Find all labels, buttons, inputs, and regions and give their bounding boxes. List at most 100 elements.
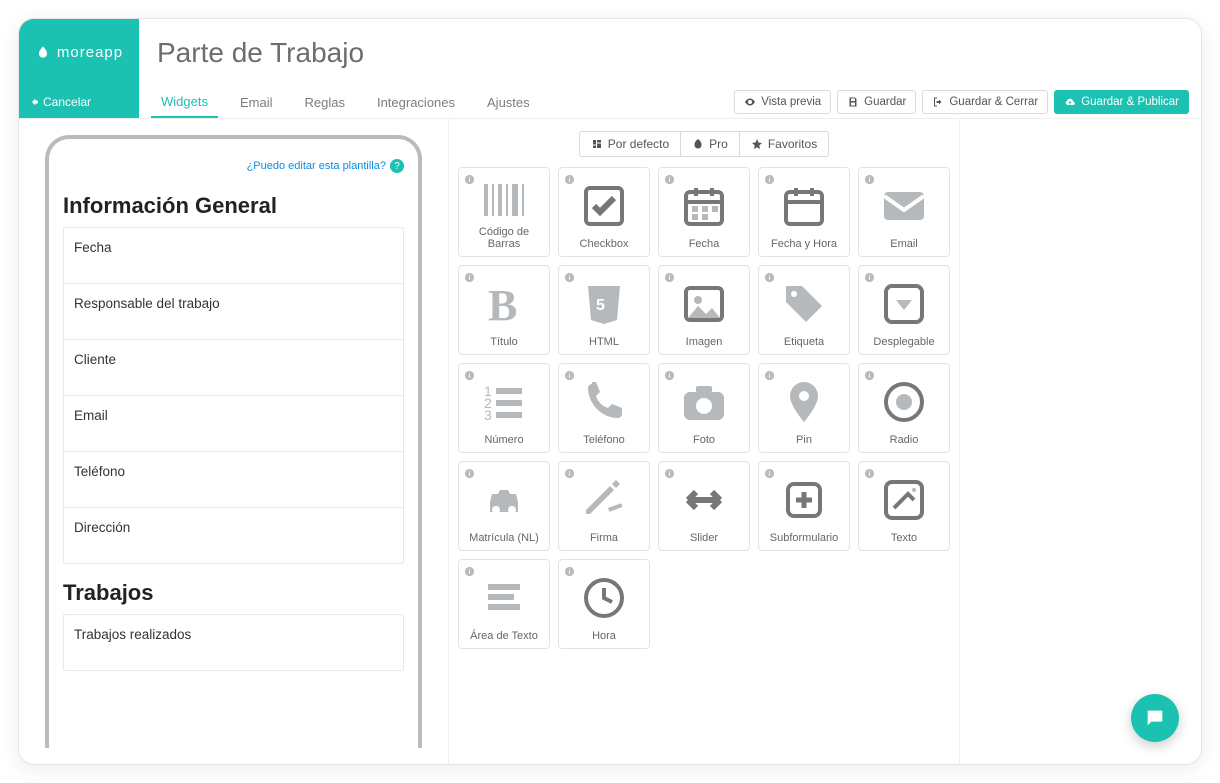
info-icon[interactable] <box>564 564 575 575</box>
widget-title[interactable]: Título <box>458 265 550 355</box>
phone-frame: ¿Puedo editar esta plantilla? ? Informac… <box>45 135 422 748</box>
form-preview: ¿Puedo editar esta plantilla? ? Informac… <box>19 119 449 764</box>
info-icon[interactable] <box>764 368 775 379</box>
image-icon <box>663 272 745 336</box>
info-icon[interactable] <box>464 172 475 183</box>
save-publish-button[interactable]: Guardar & Publicar <box>1054 90 1189 114</box>
cancel-button[interactable]: Cancelar <box>19 86 139 118</box>
filter-pro[interactable]: Pro <box>681 131 740 157</box>
widget-email[interactable]: Email <box>858 167 950 257</box>
info-icon[interactable] <box>464 564 475 575</box>
widget-image[interactable]: Imagen <box>658 265 750 355</box>
info-icon[interactable] <box>864 172 875 183</box>
widget-label: Número <box>484 434 523 446</box>
widget-label: Etiqueta <box>784 336 824 348</box>
help-link[interactable]: ¿Puedo editar esta plantilla? ? <box>63 153 404 187</box>
filter-default[interactable]: Por defecto <box>579 131 681 157</box>
widget-html[interactable]: HTML <box>558 265 650 355</box>
widget-signature[interactable]: Firma <box>558 461 650 551</box>
widget-phone[interactable]: Teléfono <box>558 363 650 453</box>
phone-icon <box>563 370 645 434</box>
topbar: moreapp Cancelar Parte de Trabajo Widget… <box>19 19 1201 119</box>
field-trabajos-realizados[interactable]: Trabajos realizados <box>64 615 403 670</box>
time-icon <box>563 566 645 630</box>
tab-email[interactable]: Email <box>230 86 283 118</box>
brand-logo[interactable]: moreapp <box>19 19 139 86</box>
info-icon[interactable] <box>464 466 475 477</box>
widget-textarea[interactable]: Área de Texto <box>458 559 550 649</box>
star-icon <box>751 138 763 150</box>
signature-icon <box>563 468 645 532</box>
help-icon: ? <box>390 159 404 173</box>
info-icon[interactable] <box>764 466 775 477</box>
info-icon[interactable] <box>464 270 475 281</box>
tab-rules[interactable]: Reglas <box>294 86 354 118</box>
pin-icon <box>763 370 845 434</box>
widget-text[interactable]: Texto <box>858 461 950 551</box>
widget-pin[interactable]: Pin <box>758 363 850 453</box>
subform-icon <box>763 468 845 532</box>
widget-grid: Código de BarrasCheckbox Fecha Fecha y Hor… <box>457 167 951 649</box>
widget-label: Matrícula (NL) <box>469 532 539 544</box>
info-icon[interactable] <box>564 368 575 379</box>
widget-dropdown[interactable]: Desplegable <box>858 265 950 355</box>
preview-button[interactable]: Vista previa <box>734 90 831 114</box>
info-icon[interactable] <box>764 172 775 183</box>
widget-number[interactable]: Número <box>458 363 550 453</box>
tab-integrations[interactable]: Integraciones <box>367 86 465 118</box>
info-icon[interactable] <box>564 466 575 477</box>
save-button[interactable]: Guardar <box>837 90 916 114</box>
widget-plate[interactable]: Matrícula (NL) <box>458 461 550 551</box>
info-icon[interactable] <box>864 270 875 281</box>
field-list-general: Fecha Responsable del trabajo Cliente Em… <box>63 227 404 564</box>
info-icon[interactable] <box>664 466 675 477</box>
page-title: Parte de Trabajo <box>157 37 364 69</box>
info-icon[interactable] <box>464 368 475 379</box>
field-list-trabajos: Trabajos realizados <box>63 614 404 671</box>
widget-label: Teléfono <box>583 434 625 446</box>
widget-tag[interactable]: Etiqueta <box>758 265 850 355</box>
info-icon[interactable] <box>864 466 875 477</box>
info-icon[interactable] <box>564 172 575 183</box>
widget-label: Área de Texto <box>470 630 538 642</box>
field-email[interactable]: Email <box>64 396 403 452</box>
info-icon[interactable] <box>564 270 575 281</box>
save-icon <box>847 96 859 108</box>
widget-radio[interactable]: Radio <box>858 363 950 453</box>
widget-checkbox[interactable]: Checkbox <box>558 167 650 257</box>
widget-subform[interactable]: Subformulario <box>758 461 850 551</box>
info-icon[interactable] <box>864 368 875 379</box>
widget-slider[interactable]: Slider <box>658 461 750 551</box>
info-icon[interactable] <box>664 270 675 281</box>
widget-label: Hora <box>592 630 616 642</box>
widget-barcode[interactable]: Código de Barras <box>458 167 550 257</box>
widget-label: Título <box>490 336 518 348</box>
widget-filter-tabs: Por defecto Pro Favoritos <box>457 131 951 157</box>
widget-date[interactable]: Fecha <box>658 167 750 257</box>
widget-datetime[interactable]: Fecha y Hora <box>758 167 850 257</box>
text-icon <box>863 468 945 532</box>
title-icon <box>463 272 545 336</box>
tab-widgets[interactable]: Widgets <box>151 86 218 118</box>
info-icon[interactable] <box>764 270 775 281</box>
info-icon[interactable] <box>664 368 675 379</box>
save-close-button[interactable]: Guardar & Cerrar <box>922 90 1048 114</box>
chat-fab[interactable] <box>1131 694 1179 742</box>
widget-photo[interactable]: Foto <box>658 363 750 453</box>
field-fecha[interactable]: Fecha <box>64 228 403 284</box>
field-cliente[interactable]: Cliente <box>64 340 403 396</box>
field-responsable[interactable]: Responsable del trabajo <box>64 284 403 340</box>
info-icon[interactable] <box>664 172 675 183</box>
datetime-icon <box>763 174 845 238</box>
field-direccion[interactable]: Dirección <box>64 508 403 563</box>
section-title-trabajos: Trabajos <box>63 580 404 606</box>
tab-settings[interactable]: Ajustes <box>477 86 540 118</box>
leaf-icon <box>692 138 704 150</box>
widget-label: Fecha <box>689 238 720 250</box>
tabs: Widgets Email Reglas Integraciones Ajust… <box>151 86 540 118</box>
properties-panel <box>959 119 1201 764</box>
field-telefono[interactable]: Teléfono <box>64 452 403 508</box>
widget-label: Pin <box>796 434 812 446</box>
filter-favorites[interactable]: Favoritos <box>740 131 829 157</box>
widget-time[interactable]: Hora <box>558 559 650 649</box>
